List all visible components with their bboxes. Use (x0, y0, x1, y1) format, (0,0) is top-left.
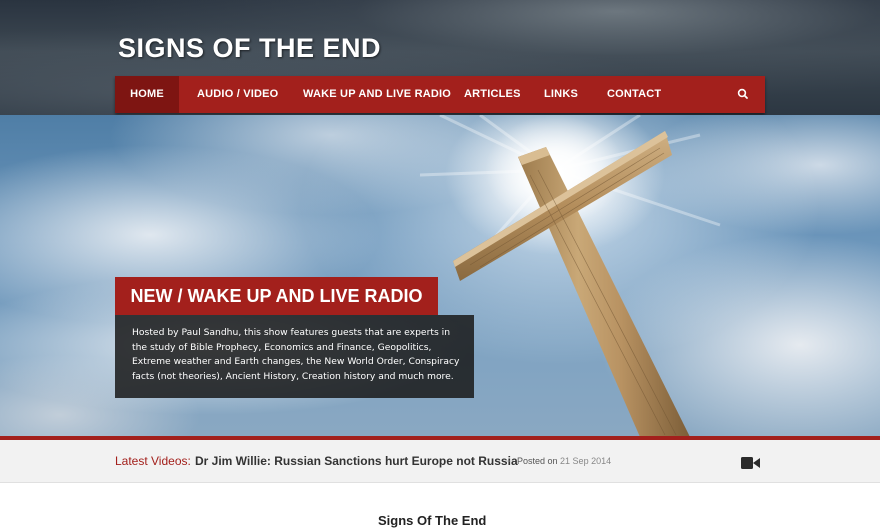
search-icon[interactable] (735, 86, 751, 102)
nav-item-home[interactable]: HOME (115, 76, 179, 113)
content-title: Signs Of The End (378, 513, 487, 528)
nav-item-articles[interactable]: ARTICLES (464, 76, 521, 113)
nav-item-audio-video[interactable]: AUDIO / VIDEO (197, 76, 278, 113)
latest-videos-label: Latest Videos: (115, 454, 191, 468)
nav-item-wake-up-and-live-radio[interactable]: WAKE UP AND LIVE RADIO (303, 76, 451, 113)
ticker-separator: - (507, 455, 511, 467)
site-logo[interactable]: SIGNS OF THE END (118, 32, 381, 64)
latest-video-link[interactable]: Dr Jim Willie: Russian Sanctions hurt Eu… (195, 454, 518, 468)
header: SIGNS OF THE END HOME AUDIO / VIDEO WAKE… (0, 0, 880, 115)
feature-title[interactable]: NEW / WAKE UP AND LIVE RADIO (115, 277, 438, 315)
feature-description: Hosted by Paul Sandhu, this show feature… (115, 315, 474, 398)
nav-item-contact[interactable]: CONTACT (607, 76, 661, 113)
nav-item-links[interactable]: LINKS (544, 76, 578, 113)
video-camera-icon[interactable] (741, 454, 760, 469)
post-date: 21 Sep 2014 (560, 456, 612, 466)
posted-date: Posted on 21 Sep 2014 (517, 456, 611, 466)
posted-prefix: Posted on (517, 456, 558, 466)
main-nav: HOME AUDIO / VIDEO WAKE UP AND LIVE RADI… (115, 76, 765, 113)
